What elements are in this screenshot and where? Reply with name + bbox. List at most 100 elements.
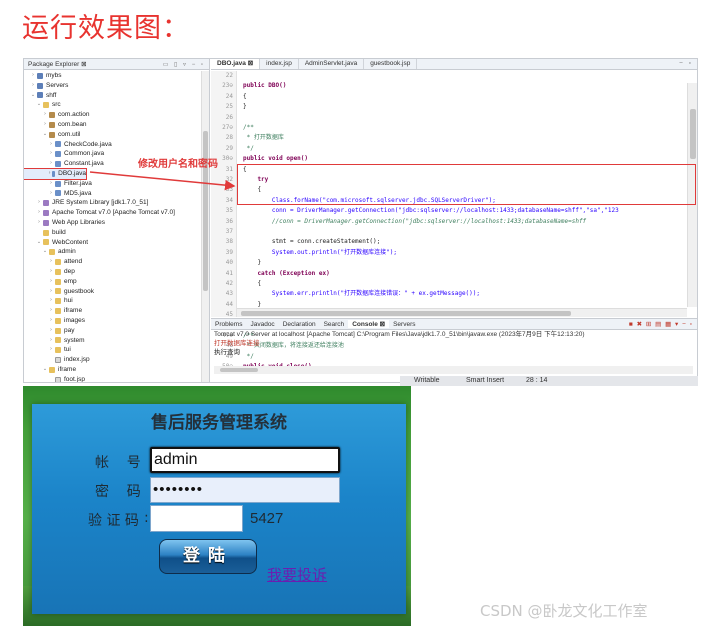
- expand-arrow-icon[interactable]: ›: [42, 110, 48, 120]
- console-scrollbar[interactable]: [214, 366, 693, 374]
- tree-item[interactable]: › dep: [24, 267, 201, 277]
- code-line[interactable]: 26: [211, 113, 685, 123]
- tree-item[interactable]: › images: [24, 316, 201, 326]
- code-line[interactable]: 22: [211, 71, 685, 81]
- expand-arrow-icon[interactable]: ›: [48, 169, 51, 179]
- tree-item[interactable]: › pay: [24, 326, 201, 336]
- package-explorer-tab[interactable]: Package Explorer ⊠ ▭ ▯ ▿ − ▫: [24, 59, 209, 70]
- expand-arrow-icon[interactable]: ⌄: [36, 100, 42, 110]
- expand-arrow-icon[interactable]: ›: [48, 257, 54, 267]
- expand-arrow-icon[interactable]: ⌄: [30, 91, 36, 101]
- code-line[interactable]: 27⊖ /**: [211, 123, 685, 133]
- expand-arrow-icon[interactable]: ›: [42, 120, 48, 130]
- tree-item[interactable]: › DBO.java: [24, 167, 87, 180]
- expand-arrow-icon[interactable]: ›: [48, 149, 54, 159]
- tree-item[interactable]: › Apache Tomcat v7.0 [Apache Tomcat v7.0]: [24, 208, 201, 218]
- expand-arrow-icon[interactable]: ›: [48, 296, 54, 306]
- tree-item[interactable]: › emp: [24, 277, 201, 287]
- expand-arrow-icon[interactable]: ⌄: [42, 130, 48, 140]
- expand-arrow-icon[interactable]: ⌄: [36, 238, 42, 248]
- code-line[interactable]: 41 catch (Exception ex): [211, 269, 685, 279]
- editor-window-controls-icon[interactable]: − ▫: [679, 59, 697, 69]
- expand-arrow-icon[interactable]: ›: [48, 306, 54, 316]
- tree-item[interactable]: › iframe: [24, 306, 201, 316]
- code-line[interactable]: 23⊖ public DBO(): [211, 81, 685, 91]
- expand-arrow-icon[interactable]: ›: [48, 140, 54, 150]
- code-line[interactable]: 38 stmt = conn.createStatement();: [211, 237, 685, 247]
- expand-arrow-icon[interactable]: ⌄: [42, 247, 48, 257]
- expand-arrow-icon[interactable]: ›: [48, 267, 54, 277]
- captcha-input[interactable]: [150, 505, 243, 532]
- expand-arrow-icon[interactable]: ›: [36, 208, 42, 218]
- editor-tab[interactable]: index.jsp: [260, 59, 299, 69]
- tree-item[interactable]: › hui: [24, 296, 201, 306]
- complaint-link[interactable]: 我要投诉: [267, 564, 327, 585]
- editor-tab[interactable]: guestbook.jsp: [364, 59, 418, 69]
- expand-arrow-icon[interactable]: ›: [30, 71, 36, 81]
- expand-arrow-icon[interactable]: ›: [48, 159, 54, 169]
- tree-item[interactable]: › Filter.java: [24, 179, 201, 189]
- expand-arrow-icon[interactable]: ›: [48, 179, 54, 189]
- expand-arrow-icon[interactable]: ›: [30, 81, 36, 91]
- tree-item[interactable]: ⌄ admin: [24, 247, 201, 257]
- editor-horizontal-scrollbar[interactable]: [237, 308, 687, 317]
- editor-tab[interactable]: AdminServlet.java: [299, 59, 365, 69]
- code-line[interactable]: 37: [211, 227, 685, 237]
- code-line[interactable]: 30⊖ public void open(): [211, 154, 685, 164]
- expand-arrow-icon[interactable]: ›: [48, 287, 54, 297]
- package-explorer-scrollbar[interactable]: [201, 71, 209, 382]
- console-tab[interactable]: Problems: [211, 321, 246, 328]
- tree-item[interactable]: ⌄ com.util: [24, 130, 201, 140]
- account-input[interactable]: admin: [150, 447, 340, 473]
- scrollbar-thumb[interactable]: [220, 368, 258, 372]
- code-line[interactable]: 43 System.err.println("打开数据库连接错误：" + ex.…: [211, 289, 685, 299]
- tree-item[interactable]: › JRE System Library [jdk1.7.0_51]: [24, 198, 201, 208]
- tree-item[interactable]: › attend: [24, 257, 201, 267]
- tree-item[interactable]: › mybs: [24, 71, 201, 81]
- code-line[interactable]: 35 conn = DriverManager.getConnection("j…: [211, 206, 685, 216]
- console-tab[interactable]: Console ⊠: [348, 320, 390, 328]
- expand-arrow-icon[interactable]: ›: [48, 316, 54, 326]
- tree-item[interactable]: › tui: [24, 345, 201, 355]
- code-line[interactable]: 28 * 打开数据库: [211, 133, 685, 143]
- tree-item[interactable]: › system: [24, 336, 201, 346]
- code-line[interactable]: 39 System.out.println("打开数据库连接");: [211, 248, 685, 258]
- tree-item[interactable]: ⌄ WebContent: [24, 238, 201, 248]
- console-toolbar-icon[interactable]: ■ ✖ ⊞ ▤ ▦ ▾ − ▫: [629, 320, 697, 328]
- tree-item[interactable]: › com.action: [24, 110, 201, 120]
- code-line[interactable]: 25}: [211, 102, 685, 112]
- password-input[interactable]: ••••••••: [150, 477, 340, 503]
- tree-item[interactable]: › com.bean: [24, 120, 201, 130]
- tree-item[interactable]: › Web App Libraries: [24, 218, 201, 228]
- code-line[interactable]: 40 }: [211, 258, 685, 268]
- code-line[interactable]: 29 */: [211, 144, 685, 154]
- code-line[interactable]: 42 {: [211, 279, 685, 289]
- expand-arrow-icon[interactable]: ›: [48, 189, 54, 199]
- expand-arrow-icon[interactable]: ⌄: [42, 365, 48, 375]
- captcha-code[interactable]: 5427: [250, 510, 283, 527]
- tree-item[interactable]: › CheckCode.java: [24, 140, 201, 150]
- tree-item[interactable]: build: [24, 228, 201, 238]
- tree-item[interactable]: index.jsp: [24, 355, 201, 365]
- expand-arrow-icon[interactable]: ›: [36, 218, 42, 228]
- console-tab[interactable]: Javadoc: [246, 321, 278, 328]
- expand-arrow-icon[interactable]: ›: [36, 198, 42, 208]
- tree-item[interactable]: › Servers: [24, 81, 201, 91]
- console-tab[interactable]: Servers: [389, 321, 419, 328]
- tree-item[interactable]: ⌄ shff: [24, 91, 201, 101]
- tree-item[interactable]: › MD5.java: [24, 189, 201, 199]
- view-controls-icon[interactable]: ▭ ▯ ▿ − ▫: [163, 61, 205, 68]
- scrollbar-thumb[interactable]: [690, 109, 696, 159]
- tree-item[interactable]: ⌄ iframe: [24, 365, 201, 375]
- tree-item[interactable]: foot.jsp: [24, 375, 201, 382]
- code-line[interactable]: 24 {: [211, 92, 685, 102]
- editor-tab[interactable]: DBO.java ⊠: [211, 59, 261, 69]
- expand-arrow-icon[interactable]: ›: [48, 326, 54, 336]
- expand-arrow-icon[interactable]: ›: [48, 277, 54, 287]
- scrollbar-thumb[interactable]: [241, 311, 571, 316]
- expand-arrow-icon[interactable]: ›: [48, 336, 54, 346]
- code-line[interactable]: 36 //conn = DriverManager.getConnection(…: [211, 217, 685, 227]
- tree-item[interactable]: › guestbook: [24, 287, 201, 297]
- login-button[interactable]: 登陆: [159, 539, 257, 574]
- expand-arrow-icon[interactable]: ›: [48, 345, 54, 355]
